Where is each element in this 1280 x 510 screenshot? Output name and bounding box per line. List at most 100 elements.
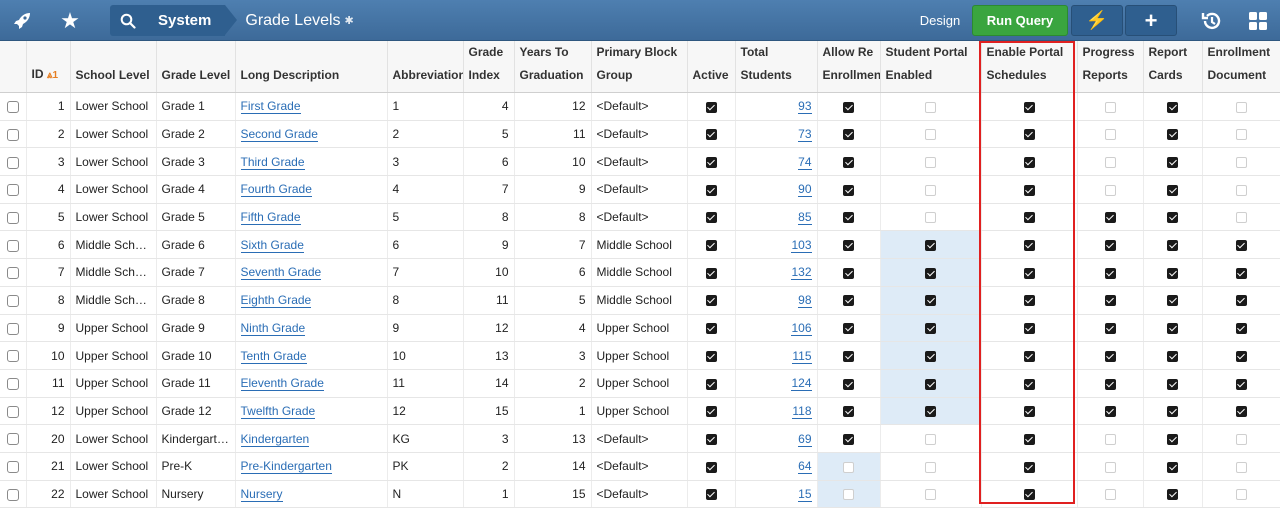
portal-schedules-checkbox[interactable] — [1023, 295, 1035, 307]
portal-schedules-checkbox-cell[interactable] — [981, 203, 1078, 232]
progress-reports-checkbox[interactable] — [1104, 489, 1116, 501]
allow-reenrollment-checkbox[interactable] — [843, 489, 854, 501]
report-cards-checkbox-cell[interactable] — [1143, 120, 1203, 149]
progress-reports-checkbox-cell[interactable] — [1077, 424, 1144, 453]
enrollment-document-checkbox[interactable] — [1235, 101, 1247, 113]
progress-reports-checkbox-cell[interactable] — [1077, 147, 1144, 177]
report-cards-checkbox-cell[interactable] — [1143, 424, 1203, 453]
row-select-cell[interactable] — [0, 230, 27, 260]
total-students-link[interactable]: 64 — [798, 459, 812, 475]
enrollment-document-checkbox[interactable] — [1235, 323, 1247, 335]
total-students-link[interactable]: 103 — [791, 237, 812, 253]
row-select-cell[interactable] — [0, 258, 27, 287]
portal-schedules-checkbox-cell[interactable] — [981, 314, 1078, 343]
table-row[interactable]: 9 Upper School Grade 9 Ninth Grade 9 12 4 Upper… — [0, 314, 1280, 343]
enrollment-document-checkbox[interactable] — [1235, 157, 1247, 169]
allow-reenrollment-checkbox-cell[interactable] — [817, 480, 881, 509]
portal-schedules-checkbox[interactable] — [1023, 433, 1035, 445]
portal-schedules-checkbox[interactable] — [1023, 461, 1035, 473]
row-select-cell[interactable] — [0, 92, 27, 121]
active-checkbox-cell[interactable] — [687, 480, 736, 509]
student-portal-checkbox-cell[interactable] — [880, 230, 982, 260]
student-portal-checkbox[interactable] — [925, 461, 936, 473]
row-select-cell[interactable] — [0, 203, 27, 232]
progress-reports-checkbox-cell[interactable] — [1077, 230, 1144, 260]
portal-schedules-checkbox[interactable] — [1023, 184, 1035, 196]
total-students-link[interactable]: 74 — [798, 154, 812, 170]
report-cards-checkbox-cell[interactable] — [1143, 341, 1203, 370]
student-portal-checkbox-cell[interactable] — [880, 147, 982, 177]
enrollment-document-checkbox-cell[interactable] — [1202, 369, 1280, 398]
active-checkbox-cell[interactable] — [687, 120, 736, 149]
portal-schedules-checkbox-cell[interactable] — [981, 452, 1078, 481]
student-portal-checkbox-cell[interactable] — [880, 120, 982, 149]
progress-reports-checkbox[interactable] — [1104, 267, 1116, 279]
student-portal-checkbox[interactable] — [925, 378, 936, 390]
active-checkbox[interactable] — [705, 323, 717, 335]
enrollment-document-checkbox-cell[interactable] — [1202, 230, 1280, 260]
total-students-link[interactable]: 118 — [792, 403, 812, 419]
allow-reenrollment-checkbox-cell[interactable] — [817, 369, 881, 398]
column-header-years-to-graduation[interactable]: Years To Graduation — [514, 41, 592, 93]
portal-schedules-checkbox-cell[interactable] — [981, 230, 1078, 260]
report-cards-checkbox-cell[interactable] — [1143, 92, 1203, 121]
report-cards-checkbox-cell[interactable] — [1143, 480, 1203, 509]
report-cards-checkbox[interactable] — [1167, 101, 1178, 113]
allow-reenrollment-checkbox[interactable] — [843, 240, 854, 252]
student-portal-checkbox[interactable] — [925, 406, 936, 418]
allow-reenrollment-checkbox[interactable] — [843, 378, 854, 390]
long-description-link[interactable]: Eleventh Grade — [240, 376, 324, 392]
row-select-checkbox[interactable] — [6, 350, 19, 363]
portal-schedules-checkbox[interactable] — [1023, 129, 1035, 141]
student-portal-checkbox[interactable] — [925, 101, 936, 113]
student-portal-checkbox-cell[interactable] — [880, 92, 982, 121]
row-select-cell[interactable] — [0, 175, 27, 204]
total-students-link[interactable]: 98 — [798, 293, 812, 309]
portal-schedules-checkbox-cell[interactable] — [981, 92, 1078, 121]
progress-reports-checkbox[interactable] — [1104, 433, 1116, 445]
progress-reports-checkbox-cell[interactable] — [1077, 258, 1144, 287]
enrollment-document-checkbox[interactable] — [1235, 184, 1247, 196]
allow-reenrollment-checkbox[interactable] — [843, 184, 854, 196]
progress-reports-checkbox-cell[interactable] — [1077, 341, 1144, 370]
column-header-school-level[interactable]: School Level — [70, 41, 157, 93]
report-cards-checkbox[interactable] — [1167, 212, 1178, 224]
long-description-link[interactable]: Eighth Grade — [240, 293, 312, 309]
enrollment-document-checkbox[interactable] — [1235, 212, 1247, 224]
report-cards-checkbox[interactable] — [1167, 378, 1178, 390]
long-description-link[interactable]: Seventh Grade — [240, 265, 322, 281]
table-row[interactable]: 2 Lower School Grade 2 Second Grade 2 5 11 <Def… — [0, 120, 1280, 149]
allow-reenrollment-checkbox[interactable] — [843, 212, 854, 224]
column-header-enrollment-document[interactable]: Enrollment Document — [1202, 41, 1280, 93]
row-select-checkbox[interactable] — [6, 101, 19, 114]
row-select-cell[interactable] — [0, 452, 27, 481]
long-description-link[interactable]: Kindergarten — [240, 431, 310, 447]
student-portal-checkbox[interactable] — [925, 184, 936, 196]
student-portal-checkbox[interactable] — [925, 350, 936, 362]
portal-schedules-checkbox-cell[interactable] — [981, 480, 1078, 509]
report-cards-checkbox-cell[interactable] — [1143, 286, 1203, 315]
portal-schedules-checkbox[interactable] — [1023, 350, 1035, 362]
student-portal-checkbox[interactable] — [925, 129, 936, 141]
progress-reports-checkbox[interactable] — [1104, 240, 1116, 252]
report-cards-checkbox[interactable] — [1167, 406, 1178, 418]
row-select-checkbox[interactable] — [6, 433, 19, 446]
student-portal-checkbox-cell[interactable] — [880, 480, 982, 509]
report-cards-checkbox-cell[interactable] — [1143, 452, 1203, 481]
portal-schedules-checkbox-cell[interactable] — [981, 147, 1078, 177]
progress-reports-checkbox[interactable] — [1104, 378, 1116, 390]
column-header-grade-level[interactable]: Grade Level — [156, 41, 236, 93]
student-portal-checkbox[interactable] — [925, 240, 936, 252]
long-description-link[interactable]: Ninth Grade — [240, 320, 306, 336]
table-row[interactable]: 11 Upper School Grade 11 Eleventh Grade 11 14… — [0, 369, 1280, 398]
active-checkbox-cell[interactable] — [687, 92, 736, 121]
allow-reenrollment-checkbox[interactable] — [843, 157, 854, 169]
portal-schedules-checkbox[interactable] — [1023, 406, 1035, 418]
active-checkbox-cell[interactable] — [687, 452, 736, 481]
report-cards-checkbox-cell[interactable] — [1143, 397, 1203, 426]
portal-schedules-checkbox-cell[interactable] — [981, 286, 1078, 315]
table-row[interactable]: 10 Upper School Grade 10 Tenth Grade 10 13 3 Up… — [0, 341, 1280, 370]
portal-schedules-checkbox-cell[interactable] — [981, 424, 1078, 453]
allow-reenrollment-checkbox-cell[interactable] — [817, 120, 881, 149]
active-checkbox-cell[interactable] — [687, 314, 736, 343]
